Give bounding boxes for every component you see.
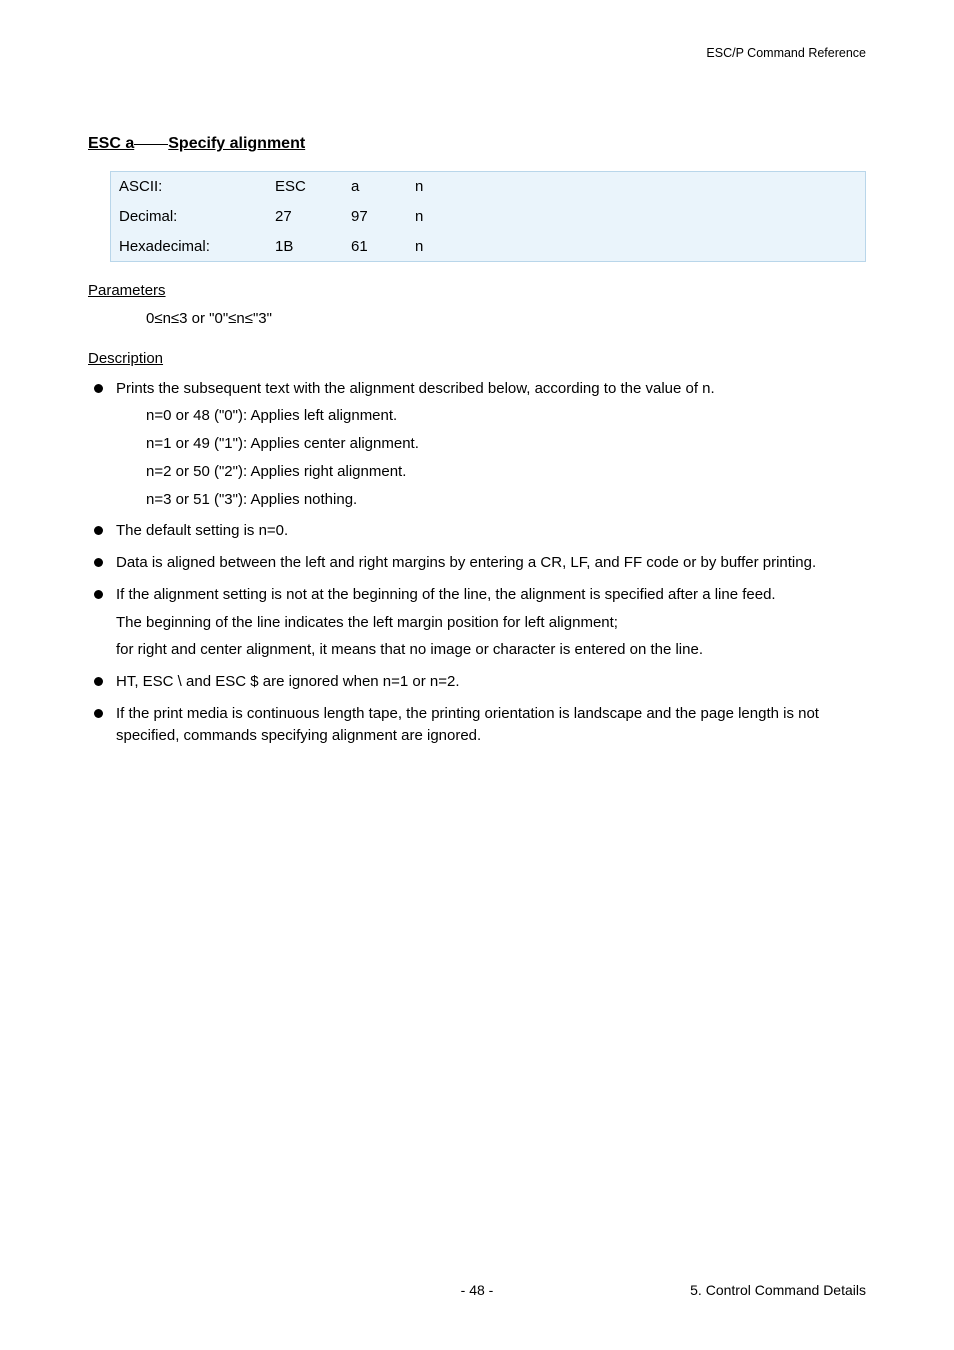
cell-c1: 27 xyxy=(267,202,343,232)
section-title: ESC a Specify alignment xyxy=(88,132,866,155)
description-heading: Description xyxy=(88,348,866,370)
description-list: Prints the subsequent text with the alig… xyxy=(88,378,866,747)
table-row: Hexadecimal: 1B 61 n xyxy=(111,232,866,262)
bullet-text: Prints the subsequent text with the alig… xyxy=(116,380,715,397)
sub-list: n=0 or 48 ("0"): Applies left alignment.… xyxy=(146,405,866,510)
cell-label: Decimal: xyxy=(111,202,268,232)
sub-item: n=0 or 48 ("0"): Applies left alignment. xyxy=(146,405,866,427)
header-right: ESC/P Command Reference xyxy=(706,44,866,62)
sub-item: n=2 or 50 ("2"): Applies right alignment… xyxy=(146,461,866,483)
footer-right: 5. Control Command Details xyxy=(690,1280,866,1300)
sub-item: n=1 or 49 ("1"): Applies center alignmen… xyxy=(146,433,866,455)
cell-c1: 1B xyxy=(267,232,343,262)
bullet-text: If the print media is continuous length … xyxy=(116,705,819,744)
table-row: Decimal: 27 97 n xyxy=(111,202,866,232)
list-item: If the alignment setting is not at the b… xyxy=(88,584,866,661)
bullet-text: HT, ESC \ and ESC $ are ignored when n=1… xyxy=(116,673,460,690)
cell-c2: 97 xyxy=(343,202,407,232)
list-item: If the print media is continuous length … xyxy=(88,703,866,747)
cell-c3: n xyxy=(407,232,866,262)
code-table: ASCII: ESC a n Decimal: 27 97 n Hexadeci… xyxy=(110,171,866,262)
bullet-para: The beginning of the line indicates the … xyxy=(116,612,866,634)
cell-c3: n xyxy=(407,172,866,202)
footer: - 48 - 5. Control Command Details xyxy=(0,1280,954,1300)
cell-c2: 61 xyxy=(343,232,407,262)
sub-item: n=3 or 51 ("3"): Applies nothing. xyxy=(146,489,866,511)
cell-label: Hexadecimal: xyxy=(111,232,268,262)
bullet-text: If the alignment setting is not at the b… xyxy=(116,586,776,603)
parameters-heading: Parameters xyxy=(88,280,866,302)
list-item: The default setting is n=0. xyxy=(88,520,866,542)
page: ESC/P Command Reference ESC a Specify ali… xyxy=(0,0,954,1350)
cell-c3: n xyxy=(407,202,866,232)
title-command: ESC a xyxy=(88,135,134,152)
list-item: Prints the subsequent text with the alig… xyxy=(88,378,866,511)
list-item: HT, ESC \ and ESC $ are ignored when n=1… xyxy=(88,671,866,693)
title-gap xyxy=(134,144,168,145)
title-text: Specify alignment xyxy=(168,135,305,152)
bullet-text: Data is aligned between the left and rig… xyxy=(116,554,816,571)
table-row: ASCII: ESC a n xyxy=(111,172,866,202)
cell-label: ASCII: xyxy=(111,172,268,202)
bullet-para: for right and center alignment, it means… xyxy=(116,639,866,661)
cell-c1: ESC xyxy=(267,172,343,202)
list-item: Data is aligned between the left and rig… xyxy=(88,552,866,574)
parameters-line: 0≤n≤3 or "0"≤n≤"3" xyxy=(146,308,866,330)
bullet-text: The default setting is n=0. xyxy=(116,522,288,539)
cell-c2: a xyxy=(343,172,407,202)
